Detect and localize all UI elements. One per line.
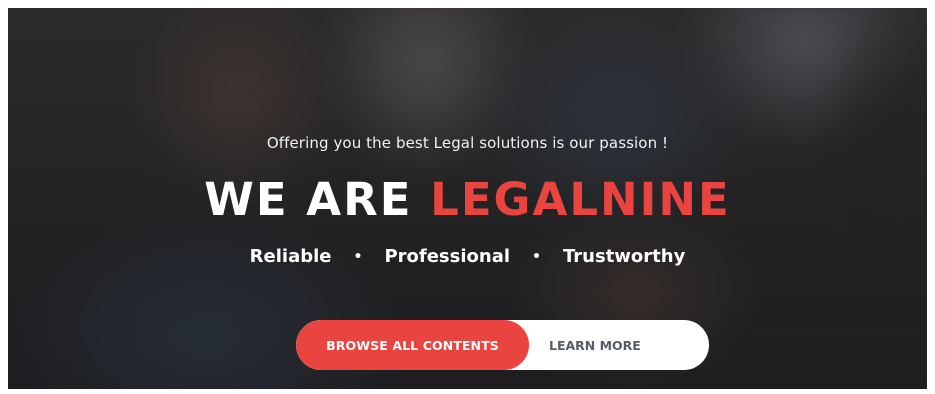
hero-qualities: Reliable • Professional • Trustworthy (8, 246, 927, 267)
cta-button-group: BROWSE ALL CONTENTS LEARN MORE (296, 320, 709, 370)
quality-separator: • (353, 248, 363, 265)
hero-banner: Offering you the best Legal solutions is… (8, 8, 927, 389)
hero-headline: WE ARE LEGALNINE (8, 173, 927, 227)
quality-reliable: Reliable (249, 246, 332, 267)
quality-separator: • (532, 248, 541, 265)
hero-content: Offering you the best Legal solutions is… (8, 8, 927, 389)
headline-prefix: WE ARE (204, 173, 413, 226)
quality-trustworthy: Trustworthy (562, 246, 686, 267)
headline-brand: LEGALNINE (430, 173, 731, 226)
hero-tagline: Offering you the best Legal solutions is… (266, 134, 669, 152)
browse-all-contents-button[interactable]: BROWSE ALL CONTENTS (296, 320, 529, 370)
learn-more-button[interactable]: LEARN MORE (529, 320, 709, 370)
quality-professional: Professional (384, 246, 511, 267)
